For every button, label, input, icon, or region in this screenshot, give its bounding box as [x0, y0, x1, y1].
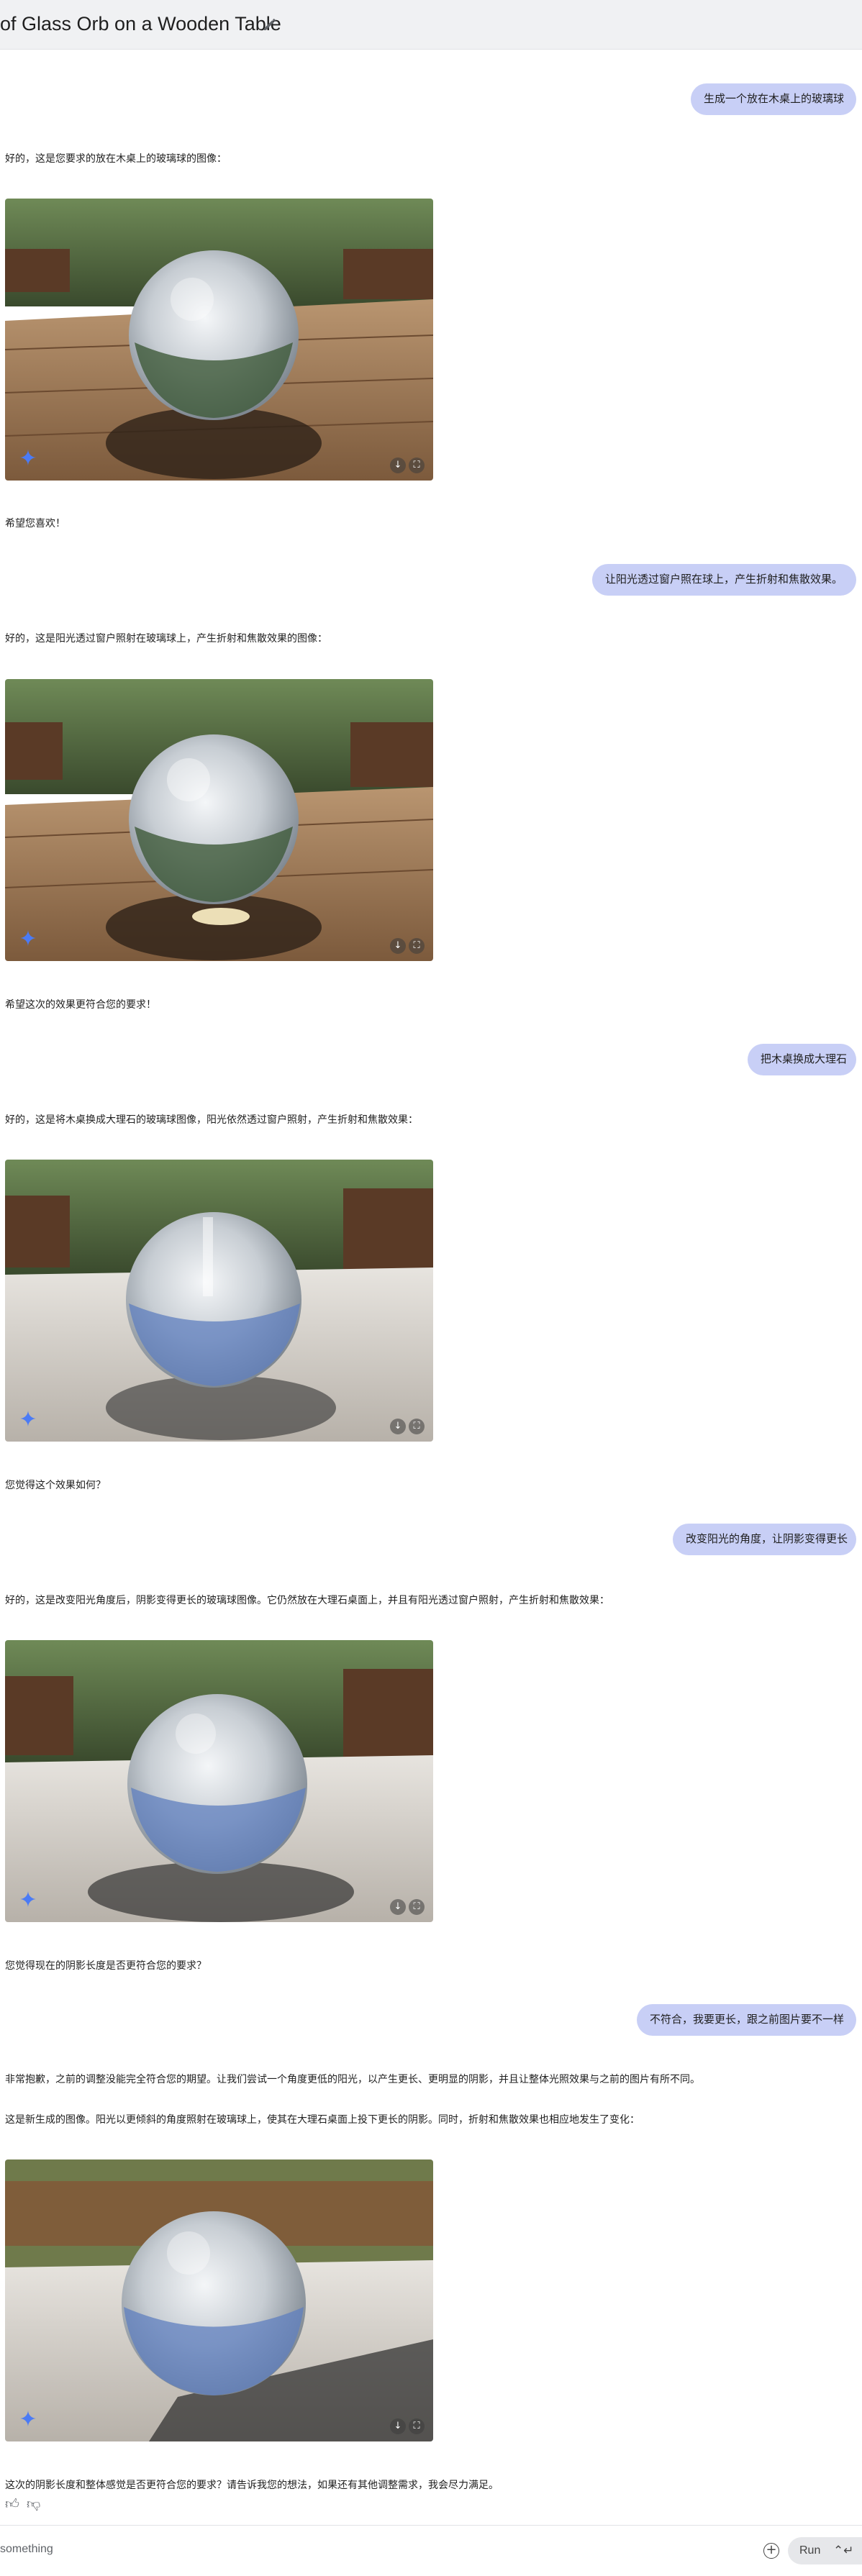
generated-image[interactable]: ↓ ⛶: [5, 199, 433, 481]
gemini-sparkle-icon: [19, 449, 37, 466]
model-message-outro: 希望您喜欢！: [5, 517, 65, 529]
prompt-input[interactable]: something: [0, 2543, 53, 2556]
generated-image[interactable]: ↓ ⛶: [5, 2159, 433, 2441]
gemini-sparkle-icon: [19, 1890, 37, 1908]
fullscreen-icon[interactable]: ⛶: [409, 1899, 425, 1915]
model-message-intro: 好的，这是将木桌换成大理石的玻璃球图像，阳光依然透过窗户照射，产生折射和焦散效果…: [5, 1114, 418, 1125]
glass-orb-sunlight-image: [5, 679, 433, 961]
thumbs-up-icon[interactable]: 👍︎: [5, 2496, 22, 2513]
glass-orb-marble-image: [5, 1160, 433, 1442]
glass-orb-low-sun-image: [5, 2159, 433, 2441]
glass-orb-wood-image: [5, 199, 433, 481]
user-message: 生成一个放在木桌上的玻璃球: [691, 83, 856, 115]
generated-image[interactable]: ↓ ⛶: [5, 679, 433, 961]
model-message-outro: 您觉得现在的阴影长度是否更符合您的要求？: [5, 1960, 207, 1971]
run-button[interactable]: Run ⌃↵: [788, 2537, 862, 2564]
model-message-intro: 好的，这是您要求的放在木桌上的玻璃球的图像：: [5, 153, 227, 164]
user-message: 让阳光透过窗户照在球上，产生折射和焦散效果。: [592, 564, 856, 596]
model-message-intro: 好的，这是阳光透过窗户照射在玻璃球上，产生折射和焦散效果的图像：: [5, 632, 327, 644]
run-label: Run: [799, 2544, 821, 2557]
fullscreen-icon[interactable]: ⛶: [409, 1419, 425, 1434]
gemini-sparkle-icon: [19, 1410, 37, 1427]
model-message-intro: 非常抱歉，之前的调整没能完全符合您的期望。让我们尝试一个角度更低的阳光，以产生更…: [5, 2073, 700, 2085]
pencil-icon[interactable]: [261, 16, 278, 33]
gemini-sparkle-icon: [19, 929, 37, 947]
generated-image[interactable]: ↓ ⛶: [5, 1640, 433, 1922]
model-message-intro-2: 这是新生成的图像。阳光以更倾斜的角度照射在玻璃球上，使其在大理石桌面上投下更长的…: [5, 2113, 640, 2125]
glass-orb-long-shadow-image: [5, 1640, 433, 1922]
thumbs-down-icon[interactable]: 👎︎: [27, 2496, 44, 2513]
generated-image[interactable]: ↓ ⛶: [5, 1160, 433, 1442]
model-message-outro: 希望这次的效果更符合您的要求！: [5, 998, 156, 1010]
download-icon[interactable]: ↓: [390, 458, 406, 473]
chat-title: of Glass Orb on a Wooden Table: [0, 13, 281, 35]
prompt-bar: something + Run ⌃↵: [0, 2525, 862, 2576]
download-icon[interactable]: ↓: [390, 1899, 406, 1915]
run-shortcut: ⌃↵: [833, 2544, 854, 2558]
chat-header: of Glass Orb on a Wooden Table: [0, 0, 862, 50]
fullscreen-icon[interactable]: ⛶: [409, 938, 425, 954]
user-message: 不符合，我要更长，跟之前图片要不一样: [637, 2004, 856, 2036]
user-message: 把木桌换成大理石: [748, 1044, 856, 1075]
download-icon[interactable]: ↓: [390, 938, 406, 954]
add-circle-icon[interactable]: +: [763, 2543, 779, 2559]
model-message-intro: 好的，这是改变阳光角度后，阴影变得更长的玻璃球图像。它仍然放在大理石桌面上，并且…: [5, 1594, 609, 1606]
model-message-outro: 您觉得这个效果如何？: [5, 1479, 106, 1490]
user-message: 改变阳光的角度，让阴影变得更长: [673, 1524, 856, 1555]
download-icon[interactable]: ↓: [390, 2418, 406, 2434]
fullscreen-icon[interactable]: ⛶: [409, 2418, 425, 2434]
gemini-sparkle-icon: [19, 2410, 37, 2427]
fullscreen-icon[interactable]: ⛶: [409, 458, 425, 473]
model-message-outro: 这次的阴影长度和整体感觉是否更符合您的要求？请告诉我您的想法，如果还有其他调整需…: [5, 2479, 499, 2490]
download-icon[interactable]: ↓: [390, 1419, 406, 1434]
